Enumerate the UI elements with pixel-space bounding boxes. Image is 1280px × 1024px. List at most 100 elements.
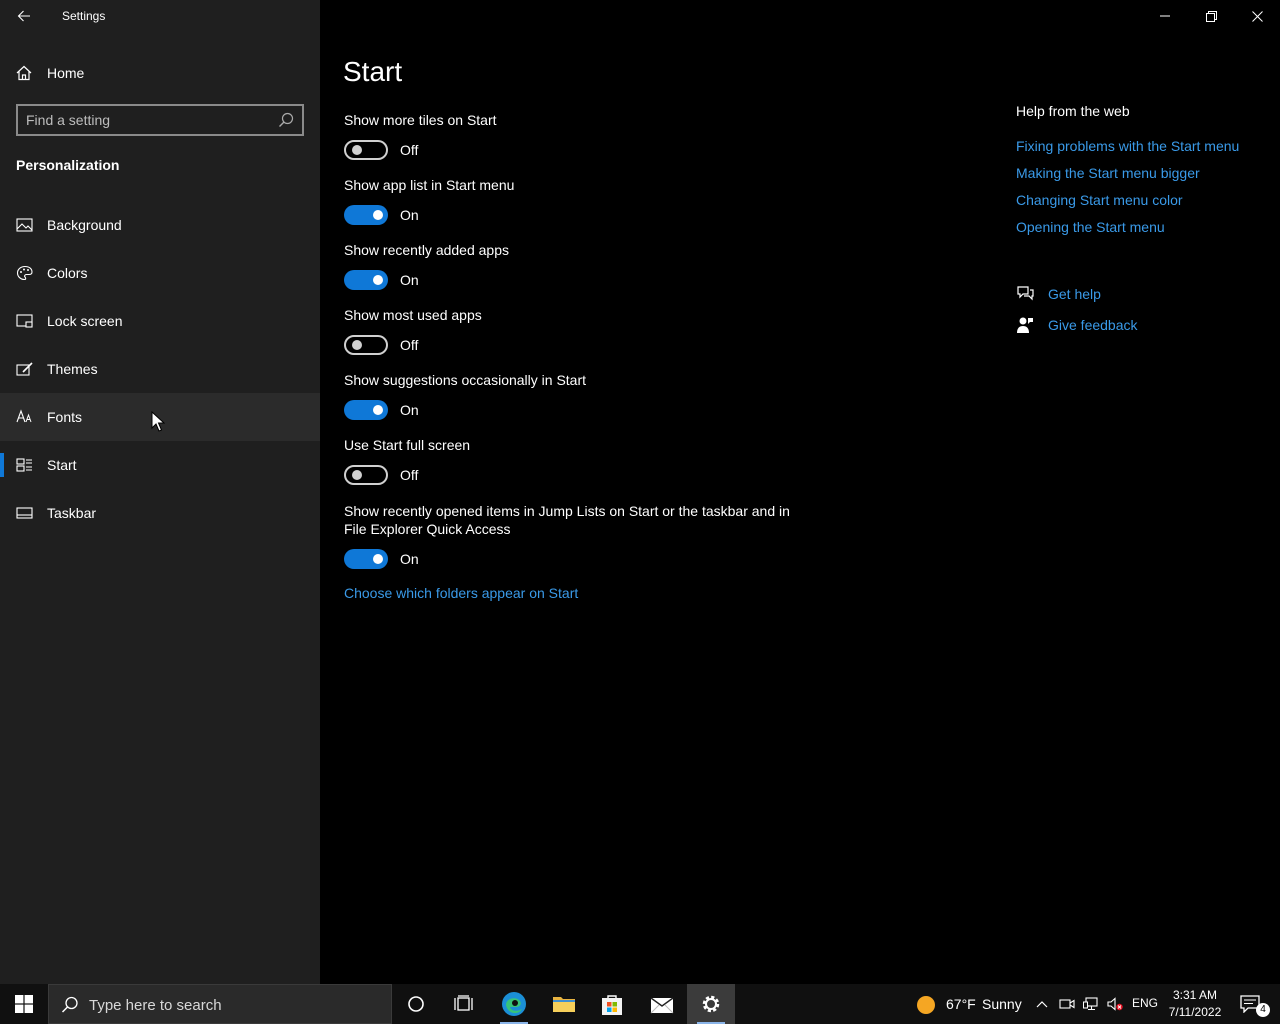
- volume-muted-icon: [1107, 997, 1123, 1011]
- toggle-knob: [352, 145, 362, 155]
- taskbar: Type here to search 67°F Sunny ENG 3:31 …: [0, 984, 1280, 1024]
- taskbar-clock[interactable]: 3:31 AM 7/11/2022: [1160, 987, 1230, 1021]
- palette-icon: [16, 265, 34, 281]
- help-link-opening-start[interactable]: Opening the Start menu: [1016, 219, 1165, 235]
- toggle-state: On: [400, 207, 419, 223]
- start-button[interactable]: [0, 984, 48, 1024]
- image-icon: [16, 217, 34, 233]
- full-screen-toggle[interactable]: [344, 465, 388, 485]
- weather-condition: Sunny: [982, 996, 1022, 1012]
- gear-icon: [700, 993, 722, 1015]
- home-label: Home: [47, 65, 85, 81]
- notification-count-badge: 4: [1256, 1003, 1270, 1017]
- meet-now-button[interactable]: [1056, 984, 1078, 1024]
- toggle-state: Off: [400, 467, 419, 483]
- setting-recently-added: Show recently added apps On: [344, 241, 804, 294]
- sidebar-item-label: Colors: [47, 265, 88, 281]
- find-setting-search[interactable]: [16, 104, 304, 136]
- meet-now-icon: [1059, 997, 1075, 1011]
- setting-label: Show most used apps: [344, 307, 482, 323]
- app-list-toggle[interactable]: [344, 205, 388, 225]
- mail-button[interactable]: [638, 984, 686, 1024]
- help-link-fixing-problems[interactable]: Fixing problems with the Start menu: [1016, 138, 1239, 154]
- choose-folders-link[interactable]: Choose which folders appear on Start: [344, 585, 578, 601]
- sun-icon: [916, 995, 936, 1015]
- help-link-start-bigger[interactable]: Making the Start menu bigger: [1016, 165, 1200, 181]
- sidebar-item-colors[interactable]: Colors: [0, 249, 320, 297]
- microsoft-store-button[interactable]: [588, 984, 636, 1024]
- sidebar-home[interactable]: Home: [0, 56, 320, 90]
- file-explorer-button[interactable]: [540, 984, 588, 1024]
- chevron-up-icon: [1036, 1000, 1048, 1008]
- setting-most-used: Show most used apps Off: [344, 306, 804, 359]
- toggle-state: Off: [400, 142, 419, 158]
- give-feedback-label: Give feedback: [1048, 317, 1138, 333]
- app-title: Settings: [62, 9, 106, 23]
- task-view-button[interactable]: [440, 984, 488, 1024]
- jump-lists-toggle[interactable]: [344, 549, 388, 569]
- sidebar-item-start[interactable]: Start: [0, 441, 320, 489]
- page-title: Start: [343, 56, 403, 87]
- input-language-indicator[interactable]: ENG: [1132, 996, 1158, 1010]
- lock-screen-icon: [16, 313, 34, 329]
- more-tiles-toggle[interactable]: [344, 140, 388, 160]
- windows-logo-icon: [15, 995, 33, 1013]
- get-help-icon: [1016, 285, 1034, 303]
- setting-more-tiles: Show more tiles on Start Off: [344, 111, 804, 164]
- sidebar-item-label: Lock screen: [47, 313, 123, 329]
- help-link-start-color[interactable]: Changing Start menu color: [1016, 192, 1183, 208]
- show-hidden-icons-button[interactable]: [1032, 984, 1052, 1024]
- setting-label: Show recently opened items in Jump Lists…: [344, 503, 790, 537]
- sidebar-item-label: Background: [47, 217, 122, 233]
- sidebar-item-background[interactable]: Background: [0, 201, 320, 249]
- toggle-knob: [373, 554, 383, 564]
- setting-label: Show more tiles on Start: [344, 112, 497, 128]
- toggle-state: Off: [400, 337, 419, 353]
- section-title: Personalization: [16, 157, 120, 173]
- setting-label: Show suggestions occasionally in Start: [344, 372, 587, 388]
- network-button[interactable]: [1080, 984, 1102, 1024]
- weather-widget[interactable]: 67°F Sunny: [914, 984, 1026, 1024]
- most-used-toggle[interactable]: [344, 335, 388, 355]
- network-icon: [1083, 997, 1099, 1011]
- close-icon: [1251, 10, 1263, 22]
- restore-icon: [1205, 10, 1217, 22]
- settings-taskbar-button[interactable]: [687, 984, 735, 1024]
- taskbar-search-placeholder: Type here to search: [89, 997, 222, 1014]
- volume-button[interactable]: [1104, 984, 1126, 1024]
- find-setting-input[interactable]: [26, 111, 276, 129]
- get-help-label: Get help: [1048, 286, 1101, 302]
- sidebar-item-lock-screen[interactable]: Lock screen: [0, 297, 320, 345]
- sidebar-item-label: Start: [47, 457, 77, 473]
- taskbar-search-box[interactable]: Type here to search: [48, 984, 392, 1024]
- toggle-knob: [352, 470, 362, 480]
- mail-icon: [650, 994, 674, 1014]
- search-icon[interactable]: [278, 112, 294, 128]
- action-center-button[interactable]: 4: [1232, 984, 1280, 1024]
- minimize-icon: [1160, 11, 1170, 21]
- sidebar-item-label: Fonts: [47, 409, 83, 425]
- sidebar-item-label: Themes: [47, 361, 98, 377]
- store-icon: [600, 992, 624, 1016]
- toggle-state: On: [400, 551, 419, 567]
- cortana-button[interactable]: [392, 984, 440, 1024]
- setting-label: Show recently added apps: [344, 242, 509, 258]
- restore-button[interactable]: [1188, 0, 1234, 32]
- sidebar-item-taskbar[interactable]: Taskbar: [0, 489, 320, 537]
- themes-icon: [16, 361, 34, 377]
- back-button[interactable]: [0, 0, 48, 32]
- toggle-knob: [373, 210, 383, 220]
- sidebar: Home Personalization Background Colors L…: [0, 0, 320, 984]
- close-button[interactable]: [1234, 0, 1280, 32]
- edge-icon: [501, 991, 527, 1017]
- minimize-button[interactable]: [1142, 0, 1188, 32]
- toggle-knob: [352, 340, 362, 350]
- suggestions-toggle[interactable]: [344, 400, 388, 420]
- cortana-icon: [407, 995, 425, 1013]
- toggle-knob: [373, 405, 383, 415]
- recently-added-toggle[interactable]: [344, 270, 388, 290]
- toggle-knob: [373, 275, 383, 285]
- edge-taskbar-button[interactable]: [490, 984, 538, 1024]
- sidebar-item-themes[interactable]: Themes: [0, 345, 320, 393]
- taskbar-icon: [16, 505, 34, 521]
